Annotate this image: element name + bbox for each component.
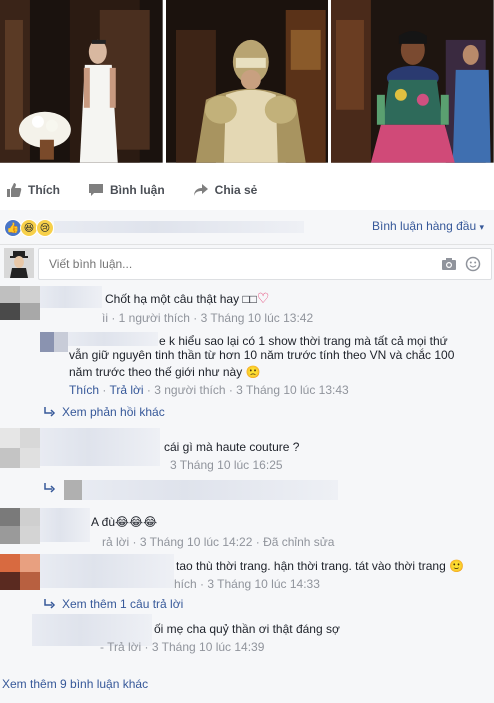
reply-1-text-line-1: e k hiểu sao lại có 1 show thời trang mà… xyxy=(159,334,448,348)
comment-input-container xyxy=(38,248,492,280)
photo-runway-white-dress xyxy=(0,0,163,163)
view-more-comments-link[interactable]: Xem thêm 9 bình luận khác xyxy=(2,677,148,691)
comment-4-meta: hích · 3 Tháng 10 lúc 14:33 xyxy=(174,577,320,591)
reply-3-text: ối mẹ cha quỷ thần ơi thật đáng sợ xyxy=(154,622,340,636)
photo-2[interactable] xyxy=(165,0,329,163)
comment-1-meta: ìi · 1 người thích · 3 Tháng 10 lúc 13:4… xyxy=(102,311,314,325)
reply-1-like-link[interactable]: Thích xyxy=(69,383,99,397)
comment-button[interactable]: Bình luận xyxy=(88,182,165,198)
reply-1-avatar[interactable] xyxy=(40,332,68,352)
comment-bubble-icon xyxy=(89,184,103,196)
comment-3-text: A đù😂😂😂 xyxy=(91,515,158,529)
photo-strip xyxy=(0,0,494,165)
reply-1-text-line-3: năm trước theo thế giới như này 🙁 xyxy=(69,365,261,379)
comment-composer xyxy=(4,248,492,280)
comment-3-avatar[interactable] xyxy=(0,508,40,544)
comment-2-avatar[interactable] xyxy=(0,428,40,468)
reaction-summary-bar: 👍 😆 😢 Bình luận hàng đầu ▾ xyxy=(0,210,494,245)
photo-runway-masked-model xyxy=(165,0,329,163)
comment-4-blurred-name xyxy=(40,554,174,588)
view-more-replies-link-2[interactable] xyxy=(44,483,56,493)
comment-2-blurred-name xyxy=(40,428,160,466)
photo-runway-colorful-dress xyxy=(331,0,494,163)
reply-arrow-icon xyxy=(44,483,56,493)
comment-input[interactable] xyxy=(47,256,411,272)
comment-label: Bình luận xyxy=(110,183,165,197)
sad-emoji-icon: 🙁 xyxy=(245,365,261,379)
camera-icon[interactable] xyxy=(441,256,457,272)
share-label: Chia sẻ xyxy=(214,183,258,197)
reply-arrow-icon xyxy=(44,407,56,417)
like-label: Thích xyxy=(28,183,60,197)
post-action-bar: Thích Bình luận Chia sẻ xyxy=(0,170,494,211)
comment-3-meta: rả lời · 3 Tháng 10 lúc 14:22 · Đã chỉnh… xyxy=(102,535,335,549)
comment-1-text: Chốt hạ một câu thật hay □□♡ xyxy=(105,290,270,306)
comment-2-text: cái gì mà haute couture ? xyxy=(164,440,300,454)
thumbs-up-icon xyxy=(7,183,22,197)
reply-1-meta: Thích · Trả lời · 3 người thích · 3 Thán… xyxy=(69,383,349,397)
comment-1-avatar[interactable] xyxy=(0,286,40,320)
comment-1-blurred-name xyxy=(40,286,102,308)
share-arrow-icon xyxy=(193,184,208,196)
user-avatar[interactable] xyxy=(4,248,34,278)
heart-icon: ♡ xyxy=(256,290,270,306)
user-avatar-image xyxy=(4,248,34,278)
comment-2-meta: 3 Tháng 10 lúc 16:25 xyxy=(170,458,283,472)
sad-reaction-icon: 😢 xyxy=(36,219,54,237)
comment-4-avatar[interactable] xyxy=(0,554,40,590)
emoji-icon[interactable] xyxy=(465,256,481,272)
share-button[interactable]: Chia sẻ xyxy=(193,182,258,198)
reply-2-avatar[interactable] xyxy=(64,480,82,500)
reply-1-text-line-2: vẫn giữ nguyên tinh thần từ hơn 10 năm t… xyxy=(69,348,455,362)
view-more-replies-link-1[interactable]: Xem phản hồi khác xyxy=(44,405,165,419)
photo-1[interactable] xyxy=(0,0,163,163)
like-button[interactable]: Thích xyxy=(6,182,60,198)
blurred-reaction-names xyxy=(54,221,304,233)
comment-section: 👍 😆 😢 Bình luận hàng đầu ▾ Viết bình luậ… xyxy=(0,210,494,703)
comment-3-blurred-name xyxy=(40,508,90,542)
comment-sort-dropdown[interactable]: Bình luận hàng đầu ▾ xyxy=(372,219,484,233)
reply-arrow-icon xyxy=(44,599,56,609)
chevron-down-icon: ▾ xyxy=(479,222,484,232)
photo-3[interactable] xyxy=(331,0,494,163)
reply-1-reply-link[interactable]: Trả lời xyxy=(109,383,143,397)
smile-emoji-icon: 🙂 xyxy=(449,559,465,573)
comment-4-text: tao thù thời trang. hận thời trang. tát … xyxy=(176,559,465,573)
view-more-replies-link-3[interactable]: Xem thêm 1 câu trả lời xyxy=(44,597,183,611)
reaction-icons[interactable]: 👍 😆 😢 xyxy=(4,219,54,237)
reply-3-meta: - Trả lời · 3 Tháng 10 lúc 14:39 xyxy=(100,640,265,654)
reply-1-blurred-name xyxy=(68,332,158,346)
sort-label: Bình luận hàng đầu xyxy=(372,219,477,233)
reply-2-blurred xyxy=(82,480,338,500)
